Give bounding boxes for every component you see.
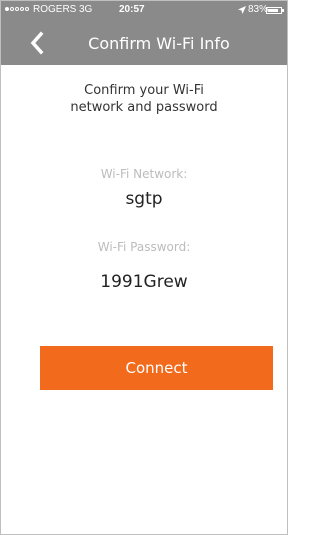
header-bar: ROGERS 3G 20:57 83% Confirm Wi-Fi Info [1,1,287,65]
instruction-heading: Confirm your Wi-Fi network and password [21,82,267,116]
battery-icon [266,7,284,14]
location-arrow-icon [238,6,246,14]
signal-dot [10,7,14,11]
signal-dot [15,7,19,11]
status-bar: ROGERS 3G 20:57 83% [1,1,287,21]
network-label: Wi-Fi Network: [100,167,188,181]
signal-dot [25,7,29,11]
instruction-line-1: Confirm your Wi-Fi [84,83,204,98]
battery-percent: 83% [248,4,269,15]
signal-dot [5,7,9,11]
password-label: Wi-Fi Password: [97,240,191,254]
page-title: Confirm Wi-Fi Info [88,34,230,53]
battery-fill [268,9,278,12]
network-value: sgtp [125,189,163,209]
chevron-left-icon [30,31,44,55]
carrier-name: ROGERS [33,4,77,15]
network-type: 3G [79,4,93,15]
signal-dots-icon [5,7,29,11]
instruction-line-2: network and password [70,100,218,115]
status-time: 20:57 [119,4,145,15]
app-screen: ROGERS 3G 20:57 83% Confirm Wi-Fi Info C… [0,0,288,535]
signal-dot [20,7,24,11]
back-button[interactable] [25,30,53,58]
connect-button[interactable]: Connect [40,346,273,390]
nav-bar: Confirm Wi-Fi Info [1,21,287,65]
password-value: 1991Grew [100,272,188,292]
battery-nub [282,9,284,12]
